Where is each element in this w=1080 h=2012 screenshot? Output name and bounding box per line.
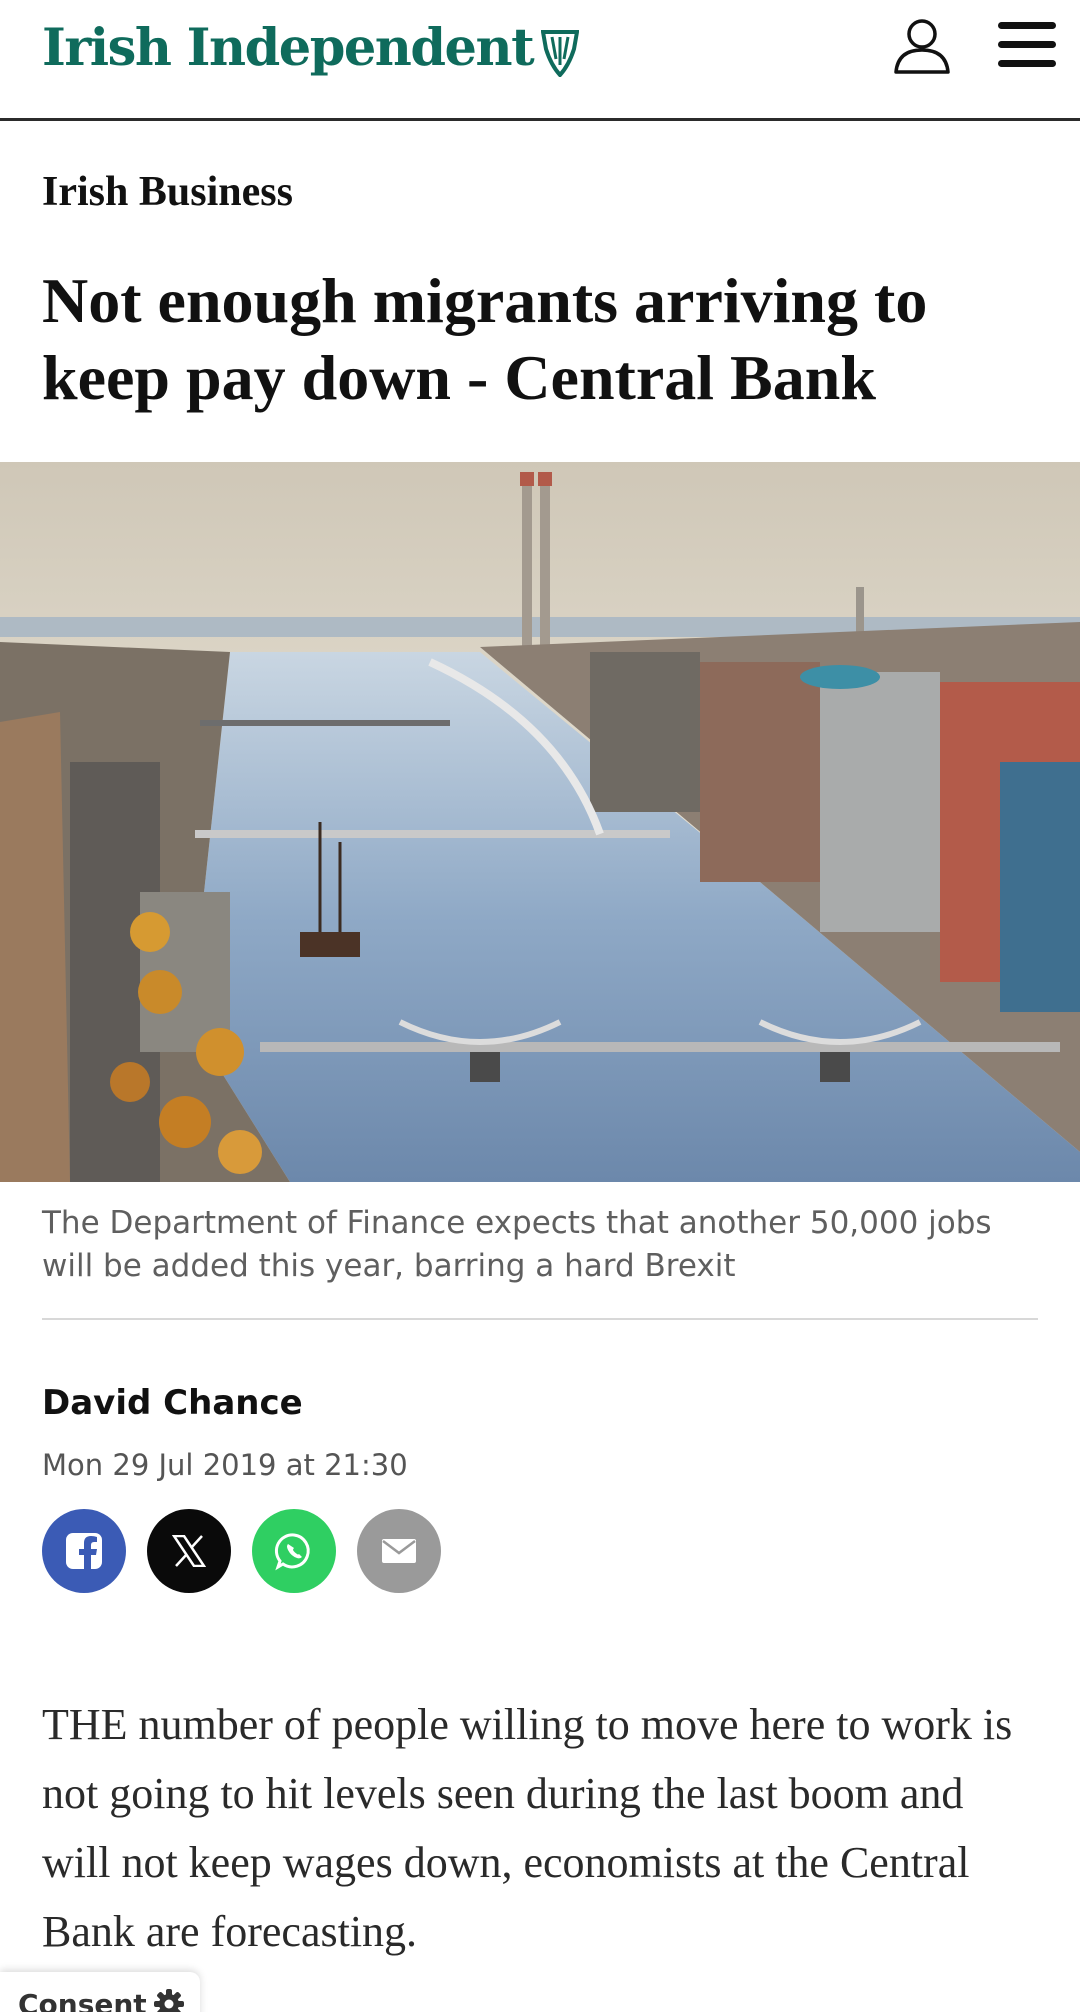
publish-date: Mon 29 Jul 2019 at 21:30 — [42, 1448, 408, 1482]
email-share-button[interactable] — [357, 1509, 441, 1593]
share-bar — [42, 1509, 441, 1593]
divider — [42, 1318, 1038, 1320]
logo-text: Irish Independent — [42, 18, 535, 78]
user-icon[interactable] — [890, 14, 954, 78]
site-header: Irish Independent — [0, 0, 1080, 121]
facebook-icon — [66, 1533, 102, 1570]
email-icon — [382, 1539, 416, 1563]
gear-icon — [153, 1989, 184, 2012]
x-share-button[interactable] — [147, 1509, 231, 1593]
image-caption: The Department of Finance expects that a… — [42, 1205, 992, 1284]
site-logo[interactable]: Irish Independent — [42, 18, 580, 78]
x-icon — [172, 1535, 206, 1567]
author-name[interactable]: David Chance — [42, 1383, 303, 1423]
article-headline: Not enough migrants arriving to keep pay… — [42, 265, 928, 413]
article-body-paragraph: THE number of people willing to move her… — [42, 1700, 1013, 1956]
section-label[interactable]: Irish Business — [42, 168, 293, 216]
whatsapp-share-button[interactable] — [252, 1509, 336, 1593]
article-hero-image — [0, 462, 1080, 1182]
harp-icon — [541, 30, 580, 77]
consent-button[interactable]: Consent — [0, 1972, 200, 2012]
whatsapp-icon — [274, 1533, 310, 1571]
consent-label: Consent — [18, 1988, 147, 2012]
hamburger-menu-icon[interactable] — [996, 20, 1058, 70]
facebook-share-button[interactable] — [42, 1509, 126, 1593]
